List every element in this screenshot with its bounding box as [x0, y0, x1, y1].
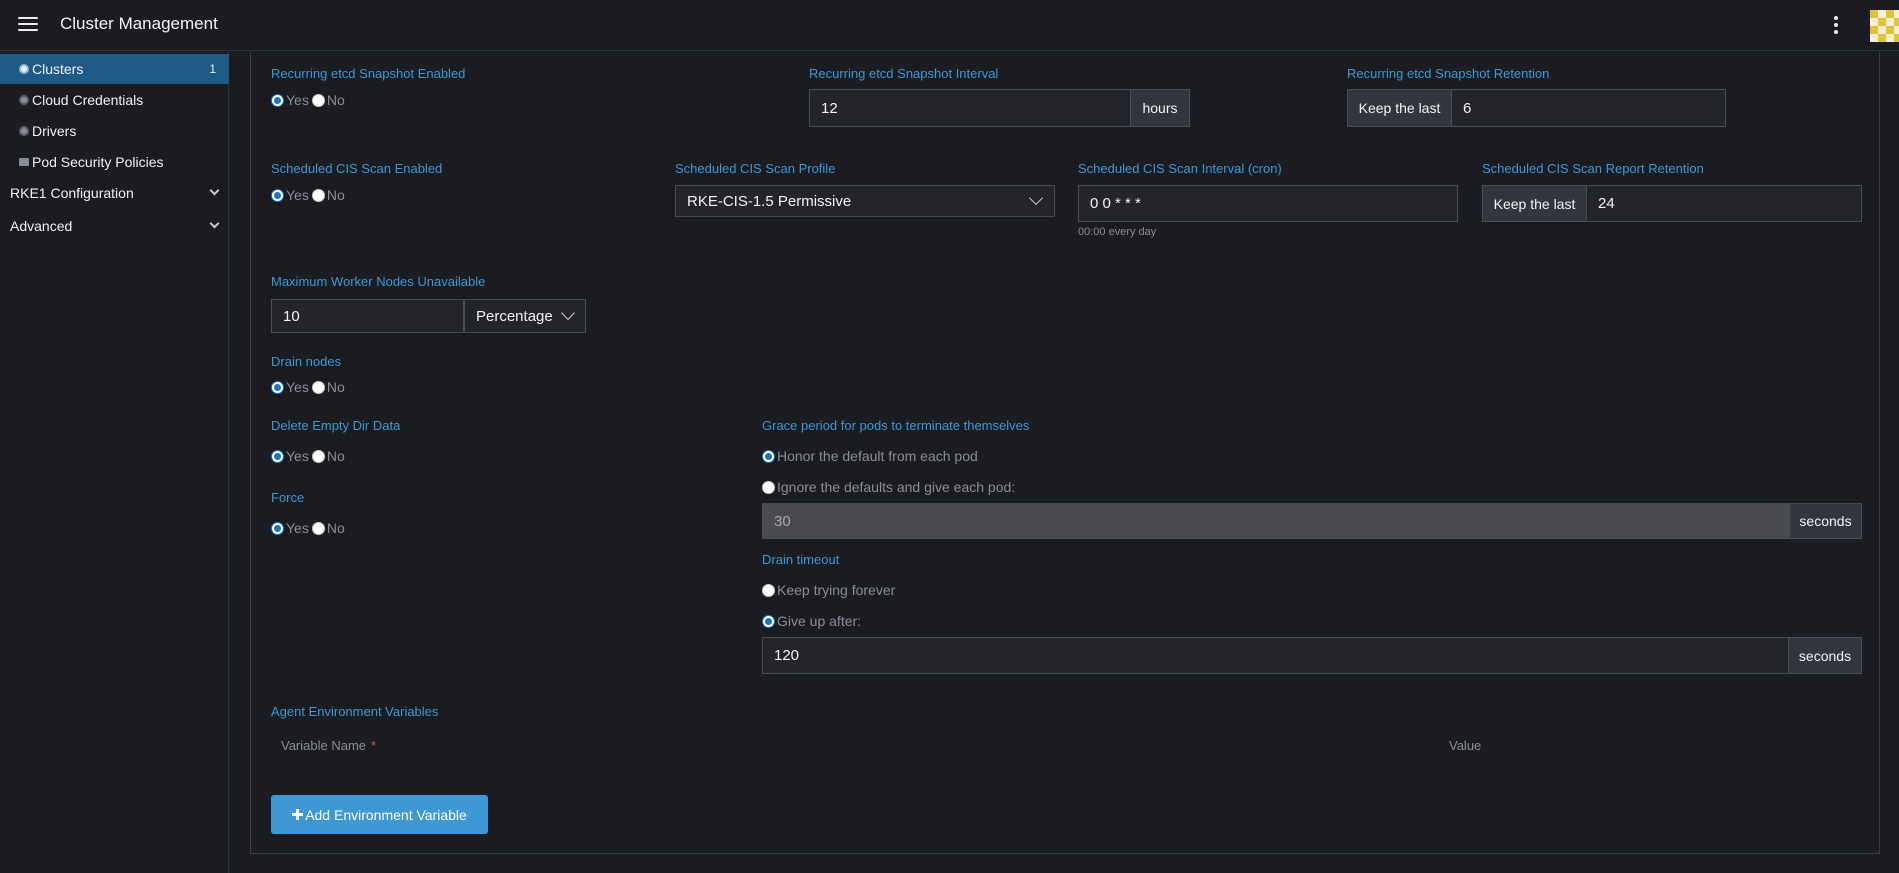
menu-icon[interactable]	[18, 16, 38, 32]
cis-scan-enabled-radio-group: Yes No	[271, 187, 348, 203]
max-unavailable-unit-select[interactable]: Percentage	[464, 299, 586, 333]
etcd-snapshot-interval-label: Recurring etcd Snapshot Interval	[809, 66, 999, 81]
chevron-down-icon	[1028, 190, 1044, 206]
sidebar-item-clusters[interactable]: Clusters 1	[0, 54, 229, 84]
sidebar-item-count: 1	[209, 62, 216, 76]
agent-env-label: Agent Environment Variables	[271, 704, 439, 719]
timeout-giveup-option[interactable]: Give up after:	[762, 613, 864, 629]
gear-icon	[19, 126, 29, 136]
cis-scan-retention-input[interactable]: 24	[1586, 185, 1862, 222]
etcd-retention-prefix: Keep the last	[1347, 89, 1452, 127]
grace-default-radio[interactable]	[762, 449, 775, 463]
cis-scan-interval-label: Scheduled CIS Scan Interval (cron)	[1078, 161, 1282, 176]
sidebar-item-label: Clusters	[32, 61, 84, 77]
drain-no-radio[interactable]	[311, 380, 325, 394]
force-no-radio[interactable]	[311, 521, 325, 535]
more-options-icon[interactable]	[1828, 14, 1844, 36]
sidebar: Clusters 1 Cloud Credentials Drivers Pod…	[0, 52, 229, 873]
drain-timeout-input[interactable]: 120	[762, 637, 1789, 674]
cis-scan-yes-radio[interactable]	[271, 188, 284, 202]
plus-icon	[292, 809, 304, 820]
gear-icon	[19, 64, 29, 74]
sidebar-item-label: Cloud Credentials	[32, 92, 144, 108]
drain-timeout-label: Drain timeout	[762, 552, 840, 567]
avatar[interactable]	[1870, 10, 1899, 42]
timeout-forever-radio[interactable]	[762, 583, 775, 597]
cis-scan-interval-input[interactable]: 0 0 * * *	[1078, 185, 1458, 222]
cis-scan-retention-label: Scheduled CIS Scan Report Retention	[1482, 161, 1704, 176]
force-radio-group: Yes No	[271, 520, 348, 536]
grace-custom-radio[interactable]	[762, 480, 775, 494]
add-environment-variable-label: Add Environment Variable	[305, 806, 467, 823]
sidebar-item-drivers[interactable]: Drivers	[0, 116, 229, 146]
sidebar-item-pod-security-policies[interactable]: Pod Security Policies	[0, 147, 229, 177]
env-col-variable-name: Variable Name *	[281, 738, 377, 753]
required-marker: *	[371, 738, 377, 753]
cis-scan-no-radio[interactable]	[311, 188, 325, 202]
etcd-snapshot-enabled-label: Recurring etcd Snapshot Enabled	[271, 66, 466, 81]
env-col-value: Value	[1449, 738, 1482, 753]
cis-scan-enabled-label: Scheduled CIS Scan Enabled	[271, 161, 443, 176]
top-header: Cluster Management	[0, 0, 1899, 51]
delete-empty-dir-yes-radio[interactable]	[271, 449, 284, 463]
drain-nodes-label: Drain nodes	[271, 354, 342, 369]
app-title: Cluster Management	[60, 14, 218, 33]
cis-scan-profile-label: Scheduled CIS Scan Profile	[675, 161, 836, 176]
gear-icon	[19, 95, 29, 105]
cis-scan-profile-value: RKE-CIS-1.5 Permissive	[687, 192, 852, 210]
delete-empty-dir-label: Delete Empty Dir Data	[271, 418, 401, 433]
chevron-down-icon[interactable]	[209, 185, 220, 196]
cis-scan-interval-hint: 00:00 every day	[1078, 226, 1157, 238]
etcd-snapshot-retention-label: Recurring etcd Snapshot Retention	[1347, 66, 1550, 81]
grace-custom-option[interactable]: Ignore the defaults and give each pod:	[762, 479, 1018, 495]
drain-timeout-unit: seconds	[1788, 637, 1862, 674]
etcd-snapshot-no-radio[interactable]	[311, 93, 325, 107]
force-label: Force	[271, 490, 305, 505]
etcd-interval-unit: hours	[1130, 89, 1190, 127]
delete-empty-dir-radio-group: Yes No	[271, 448, 348, 464]
grace-period-unit: seconds	[1789, 503, 1862, 539]
cis-scan-profile-select[interactable]: RKE-CIS-1.5 Permissive	[675, 185, 1055, 217]
sidebar-item-label: Drivers	[32, 123, 77, 139]
cis-retention-prefix: Keep the last	[1482, 185, 1587, 222]
add-environment-variable-button[interactable]: Add Environment Variable	[271, 795, 488, 834]
timeout-forever-option[interactable]: Keep trying forever	[762, 582, 898, 598]
grace-default-option[interactable]: Honor the default from each pod	[762, 448, 981, 464]
max-unavailable-input[interactable]: 10	[271, 299, 464, 333]
etcd-snapshot-retention-input[interactable]: 6	[1451, 89, 1726, 127]
grace-period-label: Grace period for pods to terminate thems…	[762, 418, 1030, 433]
drain-yes-radio[interactable]	[271, 380, 284, 394]
sidebar-item-label: Pod Security Policies	[32, 154, 164, 170]
delete-empty-dir-no-radio[interactable]	[311, 449, 325, 463]
sidebar-group-advanced[interactable]: Advanced	[10, 218, 72, 234]
sidebar-group-rke1-configuration[interactable]: RKE1 Configuration	[10, 185, 134, 201]
folder-icon	[19, 158, 29, 166]
etcd-snapshot-interval-input[interactable]: 12	[809, 89, 1131, 127]
etcd-snapshot-yes-radio[interactable]	[271, 93, 284, 107]
max-unavailable-label: Maximum Worker Nodes Unavailable	[271, 274, 486, 289]
max-unavailable-unit-value: Percentage	[476, 307, 553, 325]
etcd-snapshot-enabled-radio-group: Yes No	[271, 92, 348, 108]
timeout-giveup-radio[interactable]	[762, 614, 775, 628]
chevron-down-icon[interactable]	[209, 218, 220, 229]
sidebar-item-cloud-credentials[interactable]: Cloud Credentials	[0, 85, 229, 115]
drain-nodes-radio-group: Yes No	[271, 379, 348, 395]
chevron-down-icon	[560, 305, 576, 321]
grace-period-input[interactable]: 30	[762, 503, 1790, 539]
force-yes-radio[interactable]	[271, 521, 284, 535]
